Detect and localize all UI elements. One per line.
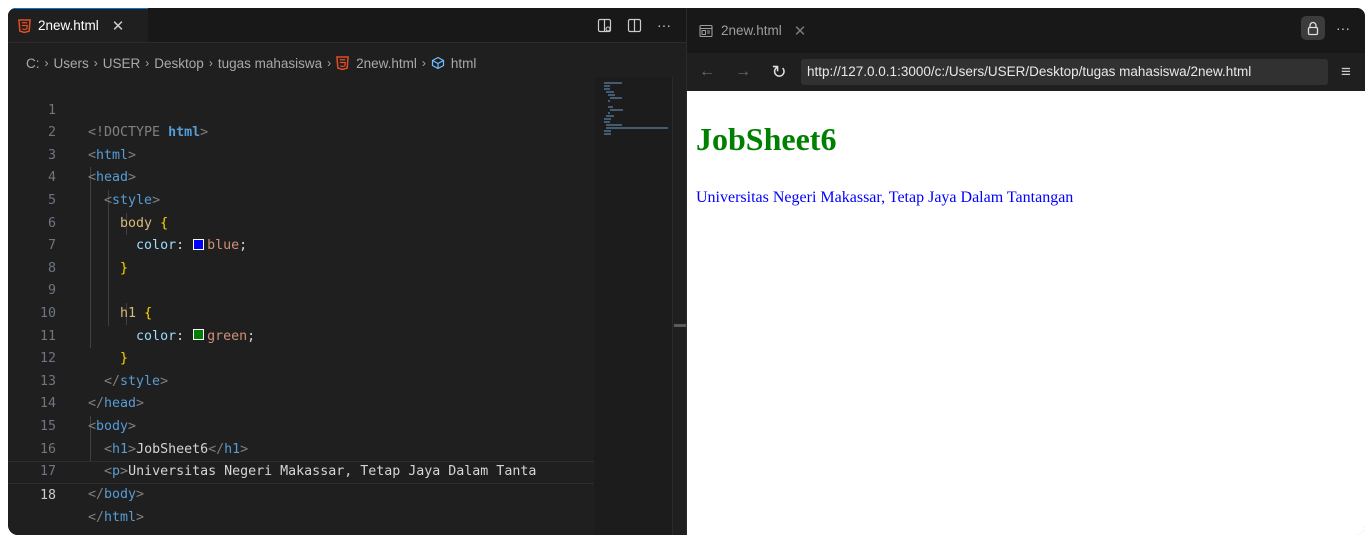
code-line: 11 }	[8, 303, 594, 367]
back-arrow-icon[interactable]: ←	[695, 53, 719, 91]
simple-browser-pane: 2new.html ✕ ··· ← → ↻ http://127.0.0.1:3…	[687, 8, 1365, 535]
preview-icon	[699, 24, 713, 37]
minimap-line	[604, 88, 610, 90]
minimap-line	[608, 100, 610, 102]
code-line: 2 <html>	[8, 100, 594, 163]
vscode-window: 2new.html ✕ ··· C: › Users › USER › Desk…	[8, 8, 1365, 535]
code-line: 13 </head>	[8, 348, 594, 412]
code-line: 12 </style>	[8, 326, 594, 389]
page-heading: JobSheet6	[696, 121, 837, 157]
code-line: 10 color: green;	[8, 280, 594, 344]
chevron-right-icon: ›	[327, 56, 332, 70]
minimap-line	[604, 130, 611, 132]
page-paragraph: Universitas Negeri Makassar, Tetap Jaya …	[696, 189, 1074, 206]
minimap[interactable]	[594, 77, 672, 535]
code-line-current: 18 </html>	[8, 461, 594, 525]
editor-tab-bar: 2new.html ✕ ···	[8, 8, 686, 43]
html5-icon	[18, 18, 31, 33]
breadcrumb-item-drive[interactable]: C:	[26, 56, 40, 71]
minimap-line	[604, 121, 610, 123]
lock-group-button[interactable]	[1301, 16, 1325, 40]
code-line: 5 body {	[8, 167, 594, 231]
code-line: 17 </body>	[8, 439, 594, 502]
minimap-line	[610, 109, 623, 111]
minimap-line	[610, 97, 622, 99]
code-line: 7 }	[8, 213, 594, 276]
browser-tab-2new-html[interactable]: 2new.html ✕	[687, 8, 837, 53]
breadcrumb-item-users[interactable]: Users	[54, 56, 89, 71]
code-text: </html>	[88, 510, 145, 526]
menu-icon[interactable]: ≡	[1335, 53, 1357, 91]
minimap-line	[604, 85, 610, 87]
chevron-right-icon: ›	[145, 56, 150, 70]
minimap-line	[608, 106, 613, 108]
code-area[interactable]: 1 <!DOCTYPE html> 2 <html> 3 <head> 4 <s…	[8, 77, 594, 525]
code-line: 14 <body>	[8, 371, 594, 434]
code-line: 8	[8, 235, 594, 276]
reload-icon[interactable]: ↻	[767, 53, 791, 91]
code-line: 3 <head>	[8, 122, 594, 186]
more-actions-icon[interactable]: ···	[656, 17, 672, 33]
lock-icon	[1307, 21, 1319, 35]
editor-actions: ···	[596, 8, 672, 42]
forward-arrow-icon[interactable]: →	[731, 53, 755, 91]
code-editor-pane: 2new.html ✕ ··· C: › Users › USER › Desk…	[8, 8, 687, 535]
minimap-line	[604, 133, 611, 135]
code-line: 6 color: blue;	[8, 190, 594, 254]
code-token: html	[104, 510, 137, 526]
minimap-line	[606, 124, 622, 126]
code-line: 1 <!DOCTYPE html>	[8, 77, 594, 141]
breadcrumb-item-file[interactable]: 2new.html	[356, 56, 417, 71]
code-line: 9 h1 {	[8, 258, 594, 321]
browser-tab-label: 2new.html	[721, 23, 782, 38]
symbol-element-icon	[431, 56, 445, 70]
breadcrumb-item-symbol[interactable]: html	[451, 56, 477, 71]
minimap-line	[608, 112, 610, 114]
minimap-line	[606, 91, 614, 93]
split-editor-icon[interactable]	[626, 17, 642, 33]
editor-tab-2new-html[interactable]: 2new.html ✕	[8, 8, 148, 42]
chevron-right-icon: ›	[44, 56, 49, 70]
code-text: </body>	[88, 486, 145, 502]
code-line: 16 <p>Universitas Negeri Makassar, Tetap…	[8, 416, 594, 480]
rendered-page: JobSheet6 Universitas Negeri Makassar, T…	[687, 91, 1365, 535]
chevron-right-icon: ›	[208, 56, 213, 70]
code-token: body	[104, 486, 137, 502]
code-line: 15 <h1>JobSheet6</h1>	[8, 393, 594, 457]
more-actions-icon[interactable]: ···	[1333, 16, 1353, 40]
close-icon[interactable]: ✕	[112, 17, 125, 35]
minimap-line	[608, 94, 615, 96]
breadcrumb-item-desktop[interactable]: Desktop	[154, 56, 204, 71]
browser-tab-bar: 2new.html ✕ ···	[687, 8, 1365, 53]
minimap-line	[604, 118, 611, 120]
html5-icon	[336, 56, 350, 70]
line-number: 18	[39, 487, 56, 503]
open-preview-to-side-icon[interactable]	[596, 17, 612, 33]
chevron-right-icon: ›	[93, 56, 98, 70]
breadcrumb-item-user[interactable]: USER	[103, 56, 141, 71]
minimap-line	[606, 115, 614, 117]
editor-scrollbar[interactable]	[672, 77, 687, 535]
minimap-line	[606, 127, 668, 129]
close-icon[interactable]: ✕	[794, 22, 807, 40]
breadcrumb: C: › Users › USER › Desktop › tugas maha…	[26, 52, 476, 74]
minimap-line	[604, 82, 622, 84]
breadcrumb-item-folder[interactable]: tugas mahasiswa	[218, 56, 322, 71]
url-input[interactable]: http://127.0.0.1:3000/c:/Users/USER/Desk…	[801, 59, 1328, 85]
code-line: 4 <style>	[8, 145, 594, 208]
editor-tab-label: 2new.html	[38, 18, 99, 33]
chevron-right-icon: ›	[421, 56, 426, 70]
scrollbar-thumb[interactable]	[674, 324, 686, 327]
browser-nav-bar: ← → ↻ http://127.0.0.1:3000/c:/Users/USE…	[687, 53, 1365, 91]
